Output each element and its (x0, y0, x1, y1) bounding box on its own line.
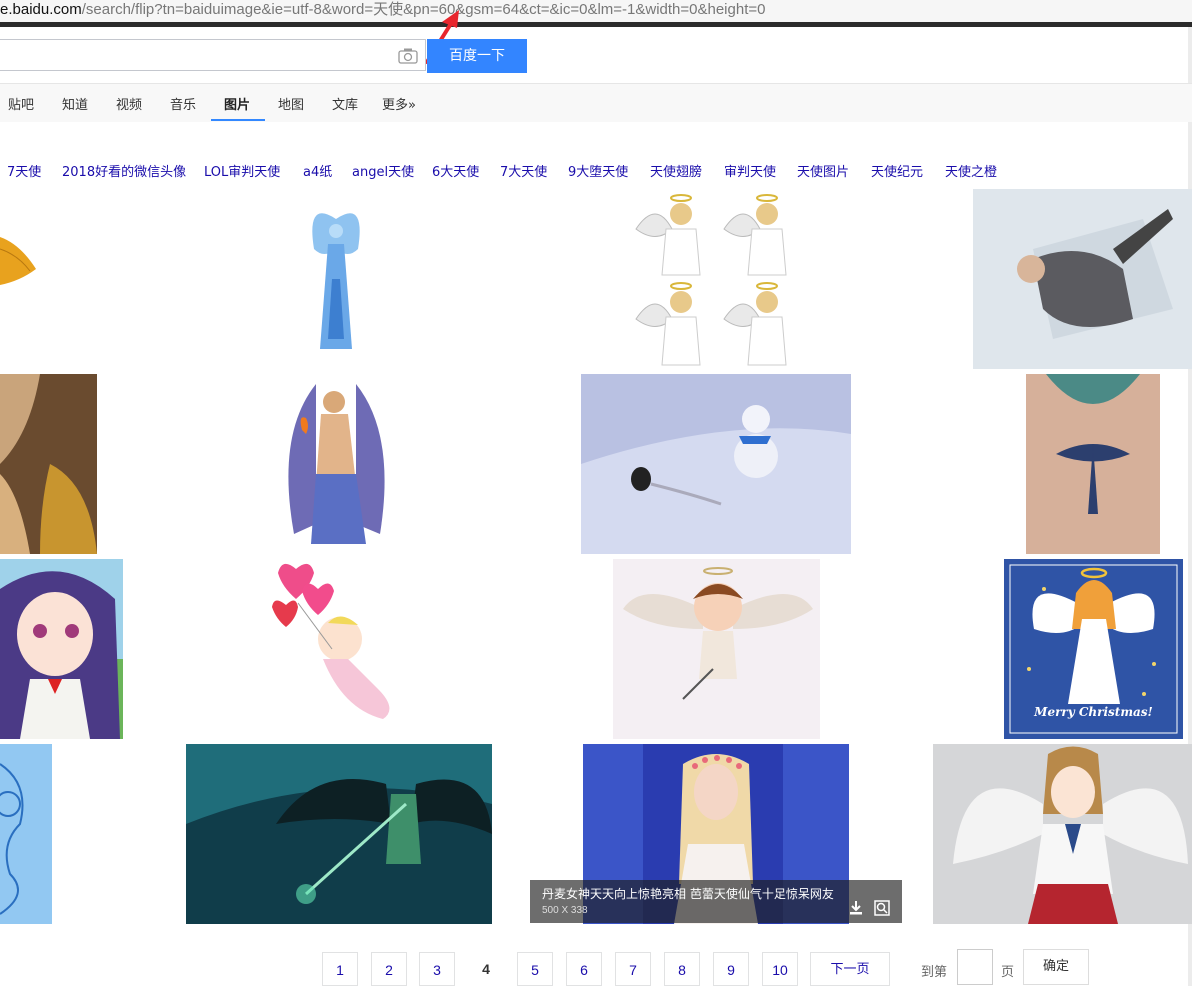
nav-images[interactable]: 图片 (224, 94, 250, 113)
image-result-golden-costume[interactable] (0, 374, 97, 554)
nav-video[interactable]: 视频 (116, 94, 142, 113)
related-link[interactable]: a4纸 (303, 161, 332, 180)
image-hover-card[interactable]: 丹麦女神天天向上惊艳亮相 芭蕾天使仙气十足惊呆网友 500 X 338 (530, 880, 902, 923)
related-link[interactable]: 9大堕天使 (568, 161, 628, 180)
page-link-10[interactable]: 10 (762, 952, 798, 986)
nav-wenku[interactable]: 文库 (332, 94, 358, 113)
toolbar-divider (0, 22, 1192, 27)
page-link-7[interactable]: 7 (615, 952, 651, 986)
image-result-anime-angel-girl[interactable] (933, 744, 1192, 924)
jump-suffix: 页 (1001, 965, 1015, 980)
nav-tieba[interactable]: 贴吧 (8, 94, 34, 113)
page-link-1[interactable]: 1 (322, 952, 358, 986)
related-link[interactable]: 7天使 (7, 161, 41, 180)
download-icon[interactable] (848, 900, 864, 916)
page-jump-input[interactable] (957, 949, 993, 985)
related-link[interactable]: 审判天使 (724, 161, 776, 180)
related-link[interactable]: 天使图片 (797, 161, 849, 180)
image-result-crystal-angel[interactable] (266, 189, 406, 369)
image-result-angel-tattoo[interactable] (1026, 374, 1160, 554)
product-nav: 贴吧 知道 视频 音乐 图片 地图 文库 更多» (0, 83, 1192, 122)
image-result-merry-christmas-angel[interactable]: Merry Christmas! (1004, 559, 1183, 739)
address-bar[interactable]: e.baidu.com/search/flip?tn=baiduimage&ie… (0, 0, 1192, 22)
related-link[interactable]: 7大天使 (500, 161, 547, 180)
nav-zhidao[interactable]: 知道 (62, 94, 88, 113)
related-link[interactable]: 天使纪元 (871, 161, 923, 180)
image-result-snowman[interactable] (581, 374, 851, 554)
image-result-snow-angel[interactable] (973, 189, 1192, 369)
jump-prefix: 到第 (921, 965, 948, 980)
search-button[interactable]: 百度一下 (427, 39, 527, 73)
image-result-purple-winged-man[interactable] (276, 374, 396, 554)
related-link[interactable]: angel天使 (352, 161, 414, 180)
hover-dimensions: 500 X 338 (542, 905, 588, 916)
page-link-2[interactable]: 2 (371, 952, 407, 986)
image-result-anime-girl-purple[interactable] (0, 559, 123, 739)
page-link-6[interactable]: 6 (566, 952, 602, 986)
image-result-blue-sketch[interactable] (0, 744, 52, 924)
camera-icon[interactable] (398, 48, 418, 64)
image-result-golden-wing[interactable] (0, 189, 40, 369)
next-page-button[interactable]: 下一页 (810, 952, 890, 986)
nav-more[interactable]: 更多» (382, 94, 416, 113)
image-result-four-cherubs[interactable] (626, 189, 806, 369)
confirm-button[interactable]: 确定 (1023, 949, 1089, 985)
related-link[interactable]: 天使之橙 (945, 161, 997, 180)
page-current: 4 (468, 952, 504, 986)
related-link[interactable]: 2018好看的微信头像 (62, 161, 186, 180)
image-result-3d-cherub[interactable] (613, 559, 820, 739)
related-searches: 7天使 2018好看的微信头像 LOL审判天使 a4纸 angel天使 6大天使… (0, 161, 1192, 181)
search-input[interactable] (0, 39, 426, 71)
related-link[interactable]: 6大天使 (432, 161, 479, 180)
page-link-8[interactable]: 8 (664, 952, 700, 986)
hover-caption: 丹麦女神天天向上惊艳亮相 芭蕾天使仙气十足惊呆网友 (542, 887, 834, 901)
nav-music[interactable]: 音乐 (170, 94, 196, 113)
url-host: e.baidu.com (0, 1, 82, 18)
related-link[interactable]: LOL审判天使 (204, 161, 280, 180)
nav-map[interactable]: 地图 (278, 94, 304, 113)
page-link-5[interactable]: 5 (517, 952, 553, 986)
page-link-9[interactable]: 9 (713, 952, 749, 986)
image-result-cupid-balloons[interactable] (268, 559, 408, 739)
active-tab-indicator (211, 119, 265, 121)
merry-christmas-text: Merry Christmas! (1034, 705, 1153, 719)
page-link-3[interactable]: 3 (419, 952, 455, 986)
related-link[interactable]: 天使翅膀 (650, 161, 702, 180)
image-result-dark-angel-warrior[interactable] (186, 744, 492, 924)
zoom-icon[interactable] (874, 900, 890, 916)
